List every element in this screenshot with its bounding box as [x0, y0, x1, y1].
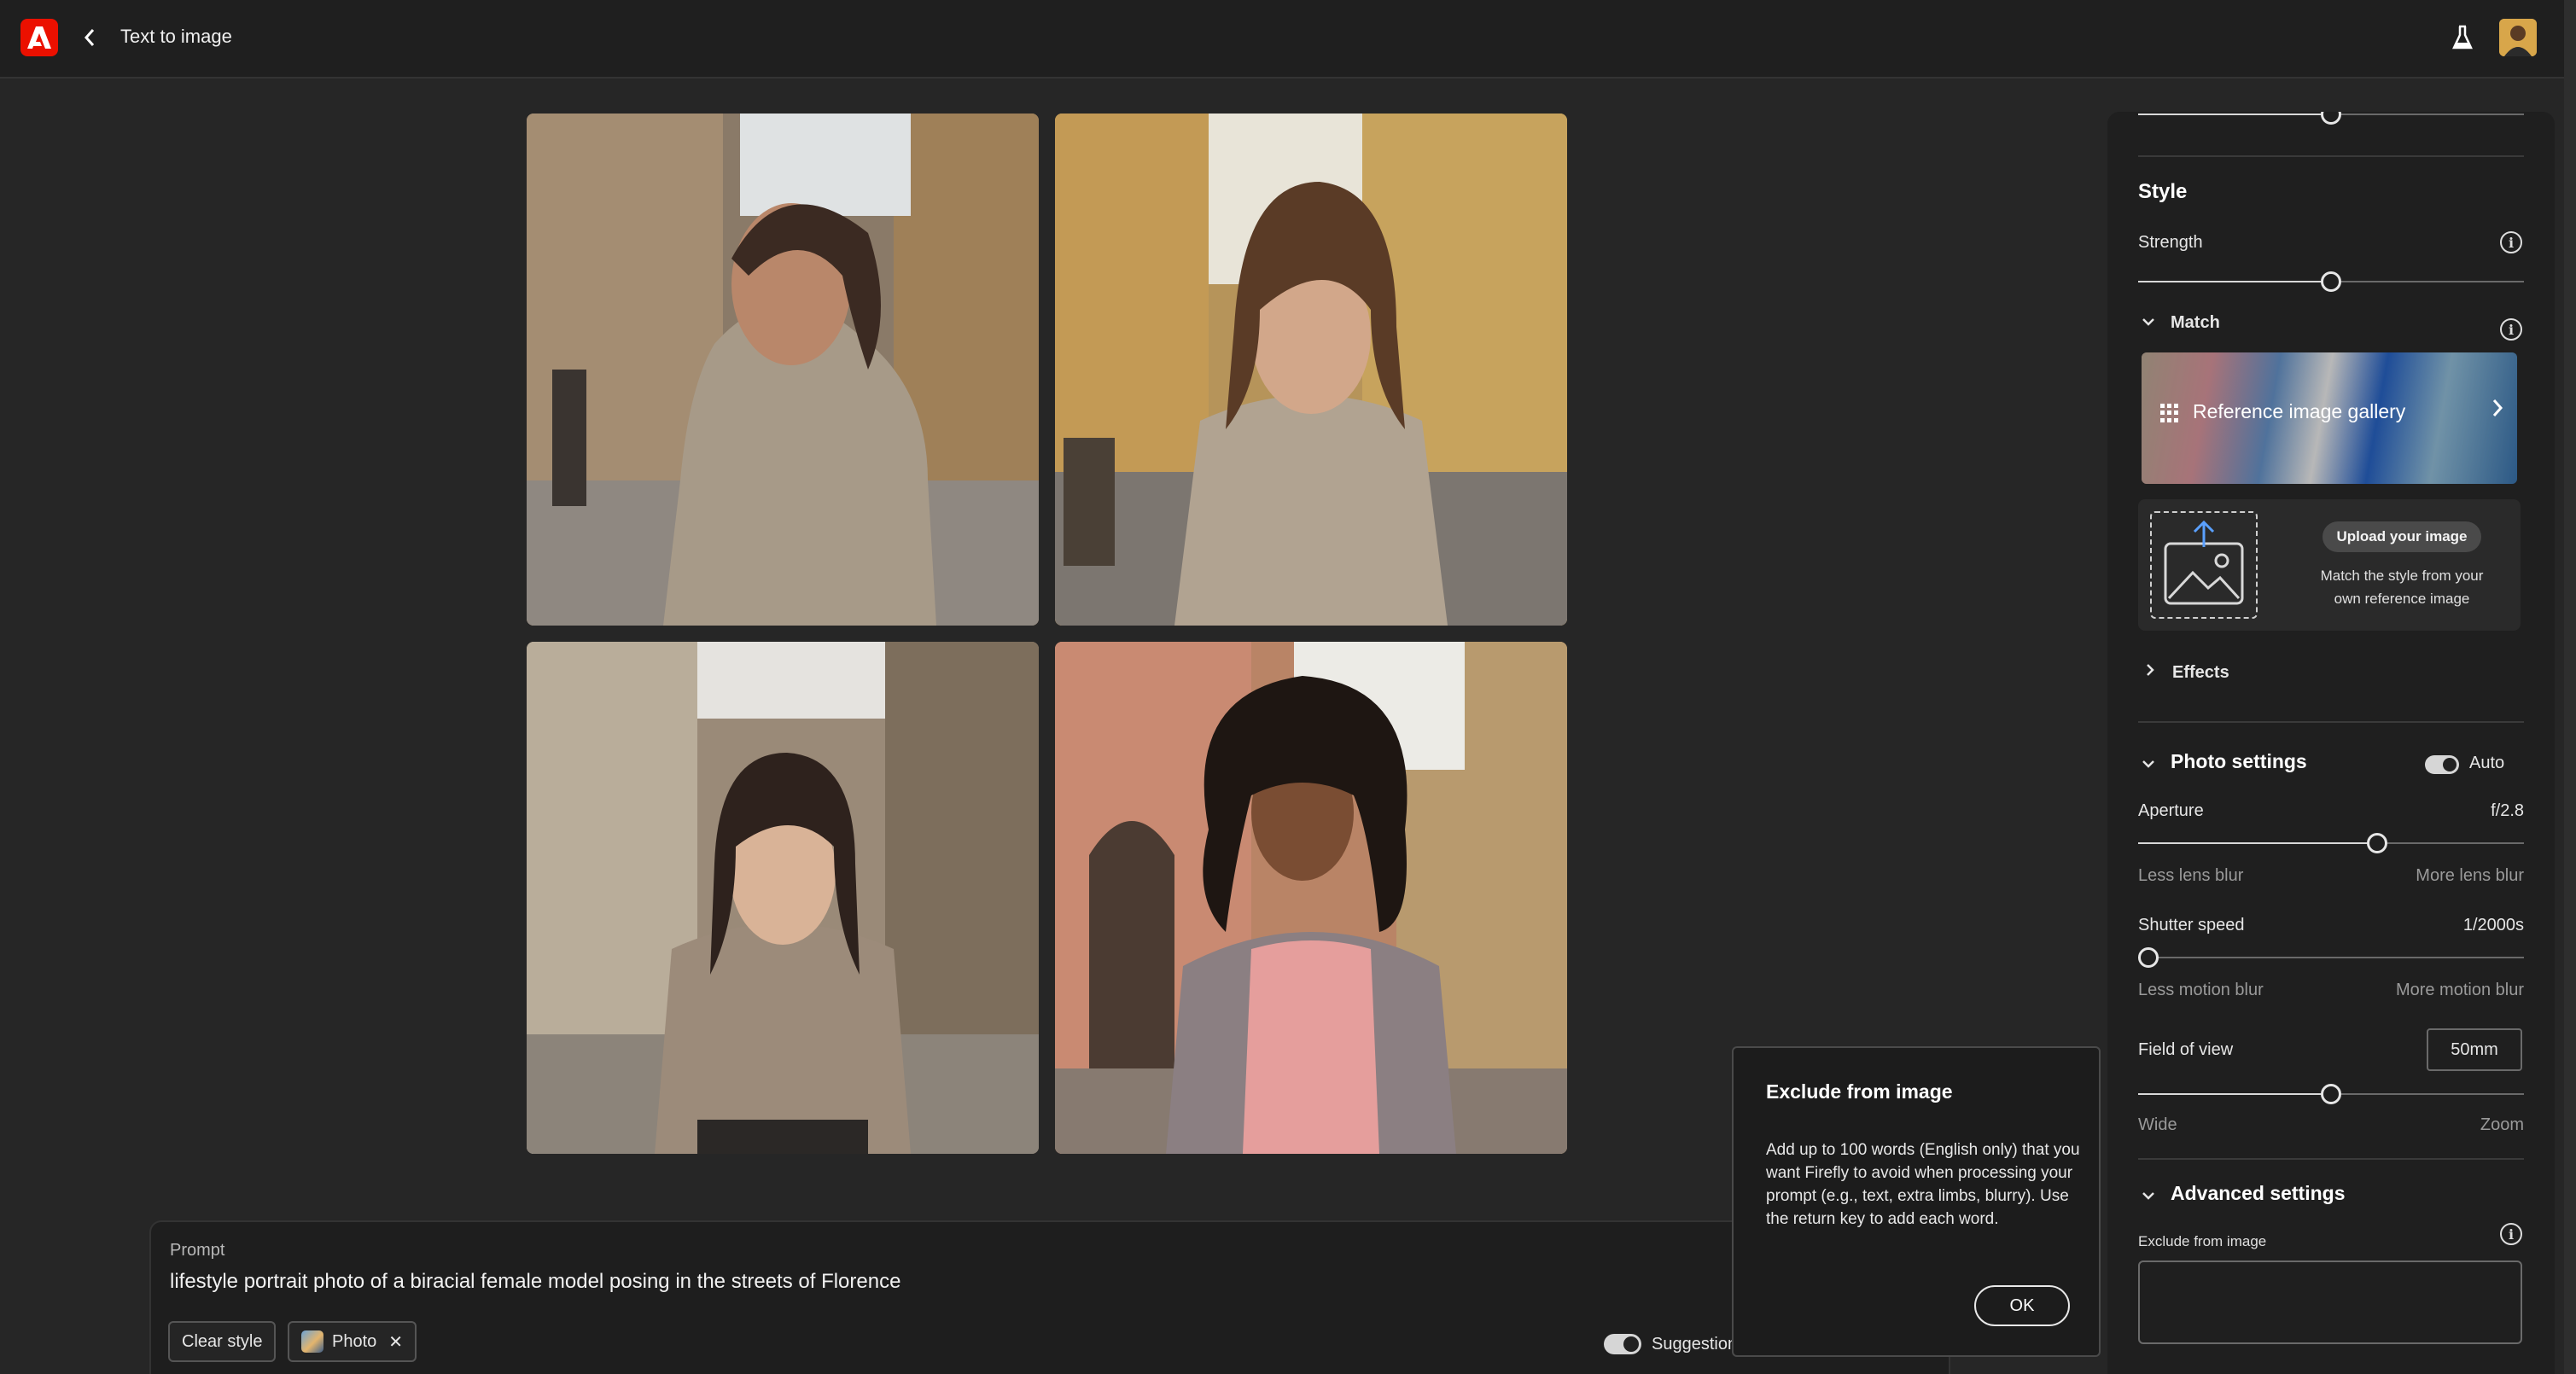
slider-handle[interactable]	[2321, 1084, 2341, 1104]
prompt-bar: Prompt lifestyle portrait photo of a bir…	[149, 1220, 1950, 1374]
divider	[2138, 1158, 2524, 1160]
photo-settings-label[interactable]: Photo settings	[2171, 750, 2307, 773]
exclude-from-image-input[interactable]	[2138, 1260, 2522, 1344]
more-lens-blur-label: More lens blur	[2416, 866, 2524, 885]
strength-label: Strength	[2138, 233, 2203, 252]
suggestions-toggle[interactable]: Suggestion	[1604, 1334, 1737, 1354]
chevron-down-icon[interactable]	[2142, 755, 2155, 773]
more-motion-blur-label: More motion blur	[2395, 981, 2524, 999]
divider	[2138, 721, 2524, 723]
auto-toggle[interactable]	[2425, 755, 2459, 774]
close-icon[interactable]: ✕	[388, 1331, 403, 1353]
upload-image-button[interactable]: Upload your image	[2322, 521, 2481, 552]
chevron-right-icon	[2491, 397, 2503, 424]
shutter-speed-slider[interactable]	[2138, 947, 2524, 968]
popover-body: Add up to 100 words (English only) that …	[1766, 1141, 2080, 1228]
info-icon[interactable]: i	[2500, 1223, 2522, 1245]
prompt-label: Prompt	[170, 1241, 225, 1260]
scrollbar[interactable]	[2564, 0, 2576, 1374]
info-icon[interactable]: i	[2500, 231, 2522, 253]
photo-style-chip[interactable]: Photo ✕	[288, 1321, 417, 1362]
advanced-settings-label[interactable]: Advanced settings	[2171, 1182, 2346, 1205]
slider-handle[interactable]	[2321, 112, 2341, 125]
photo-thumbnail-icon	[301, 1330, 323, 1353]
page-title: Text to image	[120, 26, 232, 47]
aperture-label: Aperture	[2138, 801, 2204, 820]
aperture-value: f/2.8	[2491, 801, 2524, 820]
clear-style-button[interactable]: Clear style	[168, 1321, 277, 1362]
result-image-1[interactable]	[527, 114, 1039, 626]
upload-reference-box: Upload your image Match the style from y…	[2138, 499, 2521, 631]
chevron-right-icon[interactable]	[2145, 663, 2155, 681]
result-image-3[interactable]	[527, 642, 1039, 1154]
grid-icon	[2160, 404, 2179, 422]
avatar[interactable]	[2499, 19, 2537, 56]
slider-fill	[2138, 1093, 2331, 1095]
ok-button[interactable]: OK	[1974, 1285, 2070, 1326]
style-heading: Style	[2138, 180, 2188, 203]
upload-image-icon[interactable]	[2150, 511, 2258, 619]
clear-style-label: Clear style	[182, 1331, 263, 1351]
top-bar: Text to image	[0, 0, 2564, 79]
info-icon[interactable]: i	[2500, 318, 2522, 341]
reference-gallery-label: Reference image gallery	[2193, 400, 2406, 422]
beaker-icon[interactable]	[2448, 22, 2477, 53]
prompt-input[interactable]: lifestyle portrait photo of a biracial f…	[170, 1270, 900, 1294]
upload-description: Match the style from your own reference …	[2320, 568, 2484, 607]
slider-fill	[2138, 281, 2331, 282]
slider-handle[interactable]	[2367, 833, 2387, 853]
chevron-down-icon[interactable]	[2142, 1187, 2155, 1205]
aperture-slider[interactable]	[2138, 833, 2524, 853]
match-label[interactable]: Match	[2171, 313, 2220, 333]
exclude-from-image-label: Exclude from image	[2138, 1233, 2267, 1249]
back-arrow-icon[interactable]	[79, 22, 101, 53]
chevron-down-icon[interactable]	[2142, 313, 2155, 331]
less-lens-blur-label: Less lens blur	[2138, 866, 2244, 885]
slider-fill	[2138, 114, 2331, 115]
auto-label: Auto	[2469, 754, 2505, 772]
slider-fill	[2138, 842, 2377, 844]
adobe-logo-icon[interactable]	[20, 19, 58, 56]
settings-panel: Style Strength i Match i Reference image…	[2107, 112, 2555, 1374]
toggle-switch[interactable]	[1604, 1334, 1641, 1354]
top-slider[interactable]	[2138, 112, 2524, 125]
result-image-2[interactable]	[1055, 114, 1567, 626]
suggestions-label: Suggestion	[1652, 1334, 1738, 1354]
strength-slider[interactable]	[2138, 271, 2524, 292]
result-image-4[interactable]	[1055, 642, 1567, 1154]
photo-chip-label: Photo	[332, 1331, 377, 1351]
field-of-view-label: Field of view	[2138, 1040, 2234, 1059]
wide-label: Wide	[2138, 1115, 2177, 1134]
reference-gallery-button[interactable]: Reference image gallery	[2142, 352, 2517, 484]
slider-handle[interactable]	[2138, 947, 2159, 968]
effects-label[interactable]: Effects	[2172, 663, 2229, 683]
slider-handle[interactable]	[2321, 271, 2341, 292]
zoom-label: Zoom	[2480, 1115, 2524, 1134]
less-motion-blur-label: Less motion blur	[2138, 981, 2264, 999]
divider	[2138, 155, 2524, 157]
shutter-speed-value: 1/2000s	[2462, 916, 2524, 934]
shutter-speed-label: Shutter speed	[2138, 916, 2245, 934]
field-of-view-slider[interactable]	[2138, 1084, 2524, 1104]
exclude-info-popover: Exclude from image Add up to 100 words (…	[1732, 1046, 2101, 1357]
popover-title: Exclude from image	[1766, 1080, 1953, 1103]
field-of-view-input[interactable]: 50mm	[2427, 1028, 2522, 1071]
